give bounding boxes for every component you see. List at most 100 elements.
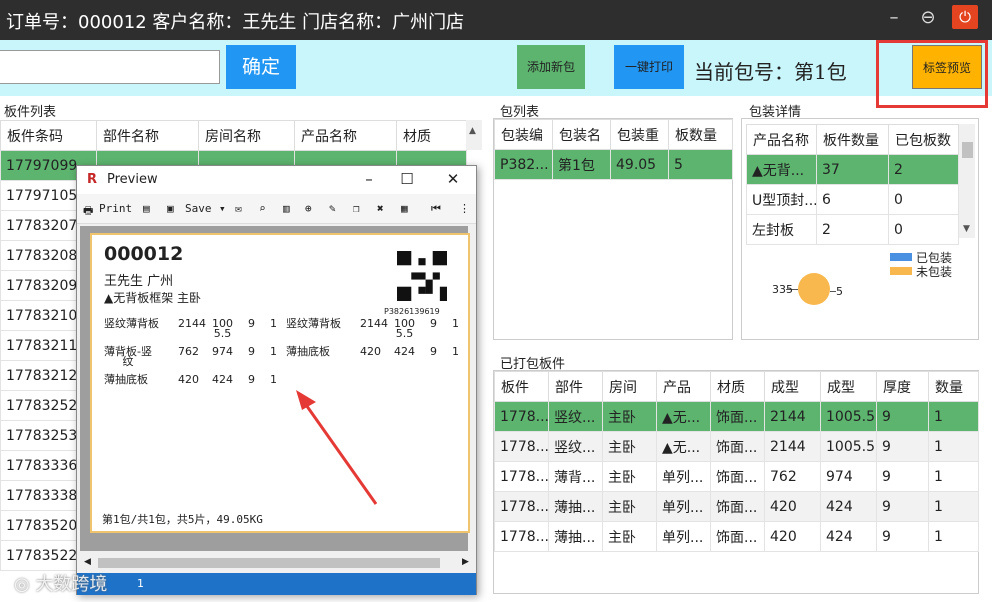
barcode-input[interactable] <box>0 50 220 84</box>
maximize-button[interactable]: ☐ <box>397 170 417 188</box>
col-part-name[interactable]: 部件名称 <box>96 120 199 151</box>
table-row[interactable]: 1778... 竖纹... 主卧 ▲无... 饰面... 2144 1005.5 9 1 <box>494 431 979 462</box>
table-row[interactable]: 1778... 薄抽... 主卧 单列... 饰面... 420 424 9 1 <box>494 491 979 522</box>
col-board-qty[interactable]: 板件数量 <box>816 124 889 155</box>
col-header[interactable]: 产品 <box>656 371 711 402</box>
cell: 424 <box>820 491 877 522</box>
scroll-down-icon[interactable]: ▼ <box>963 224 970 234</box>
outline-icon[interactable]: ▥ <box>283 202 290 215</box>
save-icon[interactable]: ▣ <box>167 202 174 215</box>
cell: 饰面... <box>710 521 765 552</box>
col-product-name[interactable]: 产品名称 <box>746 124 817 155</box>
minimize-button[interactable]: – <box>359 170 379 188</box>
preview-title: Preview <box>107 172 158 187</box>
cell: 9 <box>876 431 929 462</box>
add-pack-button[interactable]: 添加新包 <box>517 45 585 89</box>
open-icon[interactable]: ▤ <box>143 202 150 215</box>
cell: 0 <box>888 214 959 245</box>
cell: 420 <box>764 491 821 522</box>
cell: 2 <box>816 214 889 245</box>
pack-detail-scrollbar[interactable]: ▼ <box>959 124 975 238</box>
col-packed-qty[interactable]: 已包板数 <box>888 124 959 155</box>
col-header[interactable]: 成型 <box>820 371 877 402</box>
col-header[interactable]: 房间 <box>602 371 657 402</box>
scroll-thumb[interactable] <box>962 142 973 158</box>
cell: 37 <box>816 154 889 185</box>
col-pack-name[interactable]: 包装名 <box>552 119 611 150</box>
col-board-code[interactable]: 板件条码 <box>0 120 97 151</box>
table-row[interactable]: P382... 第1包 49.05 5 <box>494 149 733 180</box>
col-room-name[interactable]: 房间名称 <box>198 120 295 151</box>
pack-detail-table[interactable]: 产品名称 板件数量 已包板数 ▲无背... 37 2 U型顶封... 6 0 左… <box>746 124 959 245</box>
scroll-right-icon[interactable]: ▶ <box>462 557 469 567</box>
power-close-button[interactable]: ⏻ <box>952 5 978 29</box>
preview-window: R Preview – ☐ ✕ 🖶 Print ▤ ▣ Save ▾ ✉ ⌕ ▥… <box>76 165 477 595</box>
print-icon[interactable]: 🖶 <box>83 202 93 221</box>
cell: 主卧 <box>602 521 657 552</box>
label-cell: 424 <box>212 373 233 386</box>
watermark-text: 大数跨境 <box>35 574 108 595</box>
email-icon[interactable]: ✉ <box>235 202 242 215</box>
table-row[interactable]: 1778... 薄背... 主卧 单列... 饰面... 762 974 9 1 <box>494 461 979 492</box>
first-page-icon[interactable]: ⏮ <box>431 202 441 216</box>
cell: 5 <box>668 149 733 180</box>
col-pack-no[interactable]: 包装编 <box>494 119 553 150</box>
copy-icon[interactable]: ❐ <box>353 202 360 215</box>
cell: 1 <box>928 431 979 462</box>
cell: 主卧 <box>602 431 657 462</box>
col-header[interactable]: 厚度 <box>876 371 929 402</box>
board-list-scrollbar[interactable]: ▲ <box>466 120 482 150</box>
col-board-count[interactable]: 板数量 <box>668 119 733 150</box>
col-header[interactable]: 成型 <box>764 371 821 402</box>
col-header[interactable]: 板件 <box>494 371 549 402</box>
pack-list-table[interactable]: 包装编 包装名 包装重 板数量 P382... 第1包 49.05 5 <box>494 119 733 180</box>
print-button[interactable]: Print <box>99 202 132 215</box>
table-row[interactable]: 1778... 薄抽... 主卧 单列... 饰面... 420 424 9 1 <box>494 521 979 552</box>
zoom-icon[interactable]: ⊕ <box>305 202 312 215</box>
cell: 单列... <box>656 461 711 492</box>
col-header[interactable]: 材质 <box>710 371 765 402</box>
col-material[interactable]: 材质 <box>396 120 467 151</box>
find-icon[interactable]: ⌕ <box>259 202 266 215</box>
cell: 1005.5 <box>820 431 877 462</box>
scroll-up-icon[interactable]: ▲ <box>469 126 476 136</box>
col-header[interactable]: 数量 <box>928 371 979 402</box>
col-header[interactable]: 部件 <box>548 371 603 402</box>
scroll-thumb[interactable] <box>98 558 440 568</box>
label-cell: 100 5.5 <box>394 317 415 340</box>
cell: 2144 <box>764 401 821 432</box>
cell: 单列... <box>656 521 711 552</box>
dropdown-icon[interactable]: ▾ <box>219 202 226 215</box>
delete-page-icon[interactable]: ✖ <box>377 202 384 215</box>
label-cell: 1 <box>270 373 277 386</box>
scroll-left-icon[interactable]: ◀ <box>84 557 91 567</box>
edit-icon[interactable]: ✎ <box>329 202 336 215</box>
more-icon[interactable]: ⋮ <box>459 202 470 215</box>
minimize-button[interactable]: – <box>882 6 906 30</box>
packed-boards-table[interactable]: 板件 部件 房间 产品 材质 成型 成型 厚度 数量 1778... 竖纹... 主卧 ▲无... 饰面… <box>494 371 979 552</box>
label-cell: 竖纹薄背板 <box>104 317 159 330</box>
watermark-icon[interactable]: ▦ <box>401 202 408 215</box>
preview-status-bar: 1 <box>77 573 476 595</box>
fastreport-logo-icon: R <box>87 172 98 187</box>
col-product-name[interactable]: 产品名称 <box>294 120 397 151</box>
save-button[interactable]: Save <box>185 202 212 215</box>
one-click-print-button[interactable]: 一键打印 <box>614 45 684 89</box>
table-row[interactable]: ▲无背... 37 2 <box>746 154 959 185</box>
cell: 1 <box>928 491 979 522</box>
col-pack-weight[interactable]: 包装重 <box>610 119 669 150</box>
cell: ▲无... <box>656 401 711 432</box>
cell: 49.05 <box>610 149 669 180</box>
preview-hscrollbar[interactable]: ◀ ▶ <box>80 555 475 571</box>
close-button[interactable]: ✕ <box>443 170 463 188</box>
cell: 主卧 <box>602 491 657 522</box>
cell: 主卧 <box>602 401 657 432</box>
confirm-button[interactable]: 确定 <box>226 45 296 89</box>
label-footer: 第1包/共1包，共5片，49.05KG <box>102 513 263 526</box>
cell: 薄抽... <box>548 491 603 522</box>
label-cell: 1 <box>452 345 459 358</box>
restore-icon[interactable]: ⊖ <box>916 6 940 30</box>
table-row[interactable]: U型顶封... 6 0 <box>746 184 959 215</box>
table-row[interactable]: 左封板 2 0 <box>746 214 959 245</box>
table-row[interactable]: 1778... 竖纹... 主卧 ▲无... 饰面... 2144 1005.5 9 1 <box>494 401 979 432</box>
